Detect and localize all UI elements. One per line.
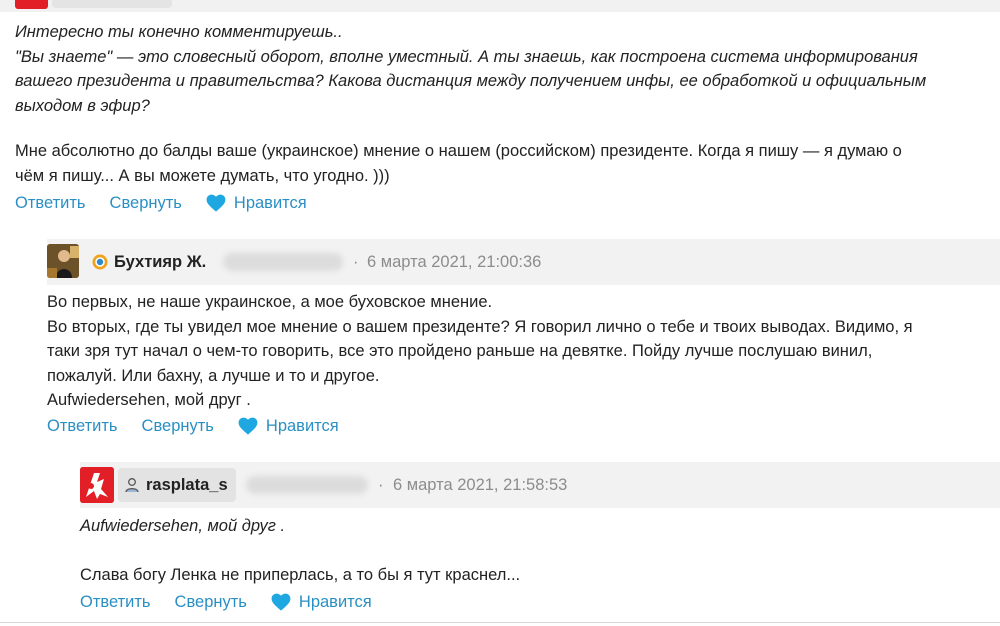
like-button[interactable]: Нравится (271, 593, 372, 612)
comment-text-line: Aufwiedersehen, мой друг . (47, 391, 251, 409)
heart-icon (206, 194, 226, 212)
red-logo-avatar[interactable] (80, 467, 114, 503)
reply-button[interactable]: Ответить (15, 194, 86, 213)
collapse-button[interactable]: Свернуть (110, 194, 182, 213)
like-button[interactable]: Нравится (238, 417, 339, 436)
username[interactable]: Бухтияр Ж. (114, 253, 206, 272)
comment-text-line: Мне абсолютно до балды ваше (украинское)… (15, 142, 902, 160)
separator-dot: · (353, 253, 359, 271)
comment-text: Во первых, не наше украинское, а мое бух… (47, 290, 913, 413)
like-label: Нравится (233, 193, 307, 212)
comment-timestamp[interactable]: 6 марта 2021, 21:58:53 (393, 476, 567, 495)
previous-comment-header (0, 0, 1000, 12)
comment-text-line: Интересно ты конечно комментируешь.. (15, 23, 343, 41)
comment-text-line: Во вторых, где ты увидел мое мнение о ва… (47, 317, 913, 336)
collapse-button[interactable]: Свернуть (175, 593, 247, 612)
comment-text-line: чём я пишу... А вы можете думать, что уг… (15, 166, 390, 185)
like-label: Нравится (265, 416, 339, 435)
comment-text-line: вашего президента и правительства? Каков… (15, 72, 927, 90)
separator-dot: · (378, 476, 384, 494)
comment-text-line: выходом в эфир? (15, 96, 150, 115)
comment-text-line: таки зря тут начал о чем-то говорить, вс… (47, 342, 873, 360)
like-button[interactable]: Нравится (206, 194, 307, 213)
comment-quote: Aufwiedersehen, мой друг . (80, 517, 286, 535)
comment-timestamp[interactable]: 6 марта 2021, 21:00:36 (367, 253, 541, 272)
reply-button[interactable]: Ответить (47, 417, 118, 436)
like-label: Нравится (298, 592, 372, 611)
comment-header: rasplata_s · 6 марта 2021, 21:58:53 (80, 462, 1000, 508)
heart-icon (271, 593, 291, 611)
comment-actions: Ответить Свернуть Нравится (80, 590, 372, 614)
username[interactable]: rasplata_s (146, 476, 228, 495)
username-pill[interactable] (52, 0, 172, 8)
user-id-blurred (223, 253, 343, 271)
comment-text: Мне абсолютно до балды ваше (украинское)… (15, 139, 902, 188)
collapse-button[interactable]: Свернуть (142, 417, 214, 436)
online-badge-icon (92, 254, 108, 270)
comment-header: Бухтияр Ж. · 6 марта 2021, 21:00:36 (47, 239, 1000, 285)
divider (0, 622, 1000, 623)
comment-quote: Интересно ты конечно комментируешь.. "Вы… (15, 20, 926, 118)
heart-icon (238, 417, 258, 435)
reply-button[interactable]: Ответить (80, 593, 151, 612)
comment-actions: Ответить Свернуть Нравится (15, 191, 307, 215)
user-avatar-photo[interactable] (47, 244, 79, 278)
comment-text-line: пожалуй. Или бахну, а лучше и то и друго… (47, 366, 380, 385)
comment-actions: Ответить Свернуть Нравится (47, 414, 339, 438)
comment-text: Слава богу Ленка не приперлась, а то бы … (80, 566, 521, 584)
avatar[interactable] (15, 0, 48, 9)
comment-text-line: "Вы знаете" — это словесный оборот, впол… (15, 47, 918, 66)
user-id-blurred (246, 476, 368, 494)
comment-text-line: Во первых, не наше украинское, а мое бух… (47, 293, 493, 311)
user-silhouette-icon (125, 478, 139, 493)
